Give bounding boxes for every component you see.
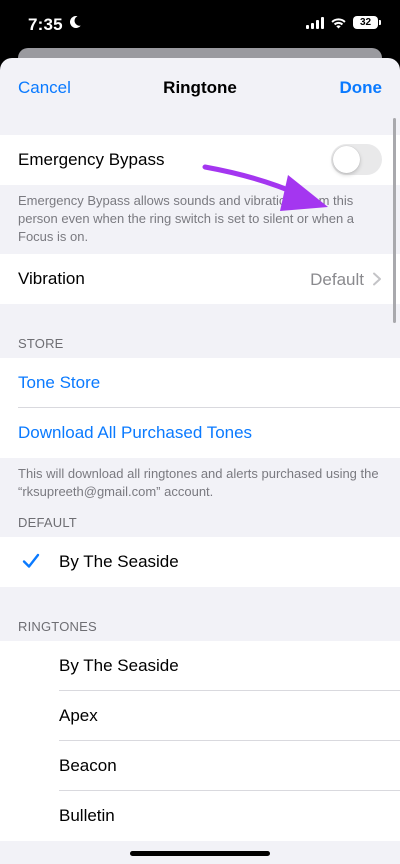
vibration-row[interactable]: Vibration Default xyxy=(0,254,400,304)
ringtone-row[interactable]: Bulletin xyxy=(0,791,400,841)
done-button[interactable]: Done xyxy=(340,78,383,98)
tone-store-link[interactable]: Tone Store xyxy=(18,373,100,393)
chevron-right-icon xyxy=(373,272,381,286)
store-note: This will download all ringtones and ale… xyxy=(18,466,379,499)
emergency-bypass-note: Emergency Bypass allows sounds and vibra… xyxy=(18,193,355,244)
ringtone-sheet: Cancel Ringtone Done Emergency Bypass Em… xyxy=(0,58,400,864)
emergency-bypass-label: Emergency Bypass xyxy=(18,150,165,169)
default-group: By The Seaside xyxy=(0,537,400,587)
default-section-header: DEFAULT xyxy=(18,515,77,530)
ringtone-row[interactable]: Apex xyxy=(0,691,400,741)
status-icons: 32 xyxy=(306,16,381,29)
ringtone-row[interactable]: By The Seaside xyxy=(0,641,400,691)
default-tone-row[interactable]: By The Seaside xyxy=(0,537,400,587)
ringtone-label: Bulletin xyxy=(59,806,115,825)
ringtone-row[interactable]: Beacon xyxy=(0,741,400,791)
download-all-row[interactable]: Download All Purchased Tones xyxy=(0,408,400,458)
emergency-bypass-group: Emergency Bypass xyxy=(0,135,400,185)
checkmark-icon xyxy=(22,553,40,568)
battery-icon: 32 xyxy=(353,16,381,29)
tone-store-row[interactable]: Tone Store xyxy=(0,358,400,408)
emergency-bypass-row: Emergency Bypass xyxy=(0,135,400,185)
ringtone-label: Beacon xyxy=(59,756,117,775)
emergency-bypass-toggle[interactable] xyxy=(331,144,382,175)
status-bar: 7:35 32 xyxy=(0,0,400,50)
vibration-value: Default xyxy=(310,270,364,289)
vibration-label: Vibration xyxy=(18,269,85,288)
default-tone-label: By The Seaside xyxy=(59,552,179,571)
ringtone-label: Apex xyxy=(59,706,98,725)
wifi-icon xyxy=(331,17,346,28)
status-time: 7:35 xyxy=(28,15,63,34)
ringtones-section-header: RINGTONES xyxy=(18,619,97,634)
ringtone-label: By The Seaside xyxy=(59,656,179,675)
moon-icon xyxy=(69,16,81,29)
download-all-link[interactable]: Download All Purchased Tones xyxy=(18,423,252,443)
store-section-header: STORE xyxy=(18,336,64,351)
home-indicator[interactable] xyxy=(130,851,270,856)
navigation-bar: Cancel Ringtone Done xyxy=(0,58,400,118)
toggle-knob xyxy=(333,146,360,173)
store-group: Tone Store Download All Purchased Tones xyxy=(0,358,400,458)
cellular-signal-icon xyxy=(306,16,324,29)
ringtones-group: By The Seaside Apex Beacon Bulletin xyxy=(0,641,400,841)
vibration-group: Vibration Default xyxy=(0,254,400,304)
